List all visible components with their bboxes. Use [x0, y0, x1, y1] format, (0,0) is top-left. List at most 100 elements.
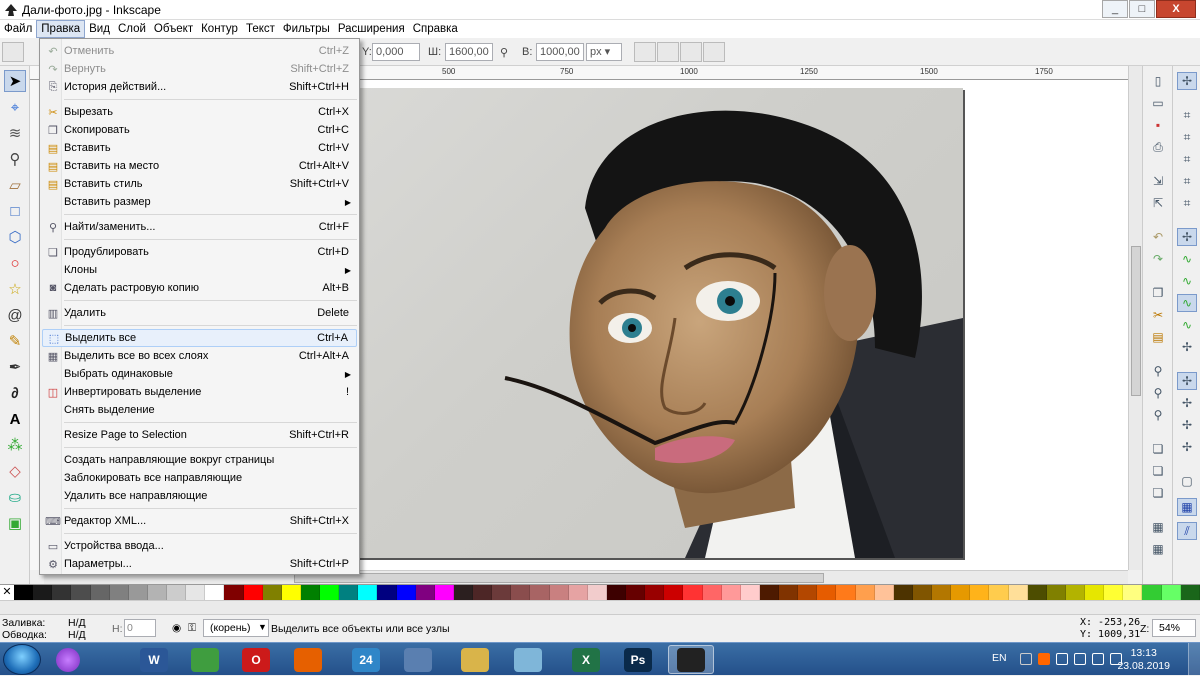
- taskbar-photoshop-icon[interactable]: Ps: [615, 645, 661, 674]
- edit-menu-item[interactable]: ↶ Отменить Ctrl+Z: [42, 42, 357, 60]
- redo-side-icon[interactable]: ↷: [1148, 250, 1168, 268]
- paste-side-icon[interactable]: ▤: [1148, 328, 1168, 346]
- menu-0[interactable]: Файл: [0, 20, 36, 38]
- star-tool-icon[interactable]: ☆: [4, 278, 26, 300]
- cut-side-icon[interactable]: ✂: [1148, 306, 1168, 324]
- snap-line-midpoints-icon[interactable]: ✢: [1177, 338, 1197, 356]
- edit-menu-item[interactable]: Заблокировать все направляющие: [42, 469, 357, 487]
- color-swatch[interactable]: [453, 585, 473, 600]
- group-icon[interactable]: ▦: [1148, 518, 1168, 536]
- close-button[interactable]: X: [1156, 0, 1196, 18]
- color-swatch[interactable]: [759, 585, 779, 600]
- snap-bbox-edge-icon[interactable]: ⌗: [1177, 128, 1197, 146]
- scale-corners-icon[interactable]: [657, 42, 679, 62]
- open-folder-icon[interactable]: ▭: [1148, 94, 1168, 112]
- edit-menu-item[interactable]: ▭ Устройства ввода...: [42, 537, 357, 555]
- menu-8[interactable]: Расширения: [334, 20, 409, 38]
- edit-menu-item[interactable]: Снять выделение: [42, 401, 357, 419]
- color-swatch[interactable]: [893, 585, 913, 600]
- color-swatch[interactable]: [932, 585, 952, 600]
- import-icon[interactable]: ⇲: [1148, 172, 1168, 190]
- color-swatch[interactable]: [224, 585, 244, 600]
- color-swatch[interactable]: [817, 585, 837, 600]
- menu-3[interactable]: Слой: [114, 20, 150, 38]
- color-swatch[interactable]: [836, 585, 856, 600]
- menu-1[interactable]: Правка: [36, 20, 86, 38]
- color-swatch[interactable]: [989, 585, 1009, 600]
- color-swatch[interactable]: [740, 585, 760, 600]
- edit-menu-item[interactable]: ▤ Вставить стиль Shift+Ctrl+V: [42, 175, 357, 193]
- snap-page-border-icon[interactable]: ▢: [1177, 472, 1197, 490]
- spray-tool-icon[interactable]: ⁂: [4, 434, 26, 456]
- pencil-tool-icon[interactable]: ✎: [4, 330, 26, 352]
- snap-smooth-nodes-icon[interactable]: ∿: [1177, 316, 1197, 334]
- taskbar-chrome-icon[interactable]: [182, 645, 228, 674]
- edit-menu-item[interactable]: Resize Page to Selection Shift+Ctrl+R: [42, 426, 357, 444]
- snap-bbox-icon[interactable]: ⌗: [1177, 106, 1197, 124]
- calligraphy-tool-icon[interactable]: ∂: [4, 382, 26, 404]
- snap-cusp-nodes-icon[interactable]: ∿: [1177, 294, 1197, 312]
- layer-visibility-icon[interactable]: ◉: [172, 622, 181, 634]
- color-swatch[interactable]: [415, 585, 435, 600]
- taskbar-notes-icon[interactable]: [505, 645, 551, 674]
- snap-grids-icon[interactable]: ▦: [1177, 498, 1197, 516]
- color-swatch[interactable]: [874, 585, 894, 600]
- color-swatch[interactable]: [128, 585, 148, 600]
- snap-path-intersection-icon[interactable]: ∿: [1177, 272, 1197, 290]
- edit-menu-item[interactable]: Выбрать одинаковые ▶: [42, 365, 357, 383]
- color-swatch[interactable]: [1027, 585, 1047, 600]
- start-button[interactable]: [3, 644, 41, 675]
- edit-menu-item[interactable]: ↷ Вернуть Shift+Ctrl+Z: [42, 60, 357, 78]
- edit-menu-item[interactable]: Создать направляющие вокруг страницы: [42, 451, 357, 469]
- bucket-tool-icon[interactable]: ⛀: [4, 486, 26, 508]
- edit-menu-item[interactable]: Удалить все направляющие: [42, 487, 357, 505]
- palette-scrollbar[interactable]: [0, 600, 1200, 614]
- opacity-input[interactable]: 0: [124, 619, 156, 637]
- color-swatch[interactable]: [243, 585, 263, 600]
- menu-4[interactable]: Объект: [150, 20, 197, 38]
- horizontal-scroll-thumb[interactable]: [294, 573, 824, 583]
- zoom-tool-icon[interactable]: ⚲: [4, 148, 26, 170]
- snap-others-icon[interactable]: ✢: [1177, 372, 1197, 390]
- edit-menu-item[interactable]: ⌨ Редактор XML... Shift+Ctrl+X: [42, 512, 357, 530]
- color-swatch[interactable]: [626, 585, 646, 600]
- tray-network-icon[interactable]: [1056, 653, 1068, 665]
- color-swatch[interactable]: [1085, 585, 1105, 600]
- color-swatch[interactable]: [721, 585, 741, 600]
- snap-rotation-center-icon[interactable]: ✢: [1177, 416, 1197, 434]
- clock[interactable]: 13:13 23.08.2019: [1117, 647, 1170, 673]
- copy-side-icon[interactable]: ❐: [1148, 284, 1168, 302]
- color-swatch[interactable]: [587, 585, 607, 600]
- color-swatch[interactable]: [645, 585, 665, 600]
- color-swatch[interactable]: [549, 585, 569, 600]
- stroke-value[interactable]: Н/Д: [68, 629, 86, 641]
- taskbar-firefox-icon[interactable]: [285, 645, 331, 674]
- color-swatch[interactable]: [664, 585, 684, 600]
- color-swatch[interactable]: [511, 585, 531, 600]
- export-icon[interactable]: ⇱: [1148, 194, 1168, 212]
- color-swatch[interactable]: [434, 585, 454, 600]
- edit-menu-item[interactable]: ▤ Вставить на место Ctrl+Alt+V: [42, 157, 357, 175]
- zoom-selection-icon[interactable]: ⚲: [1148, 362, 1168, 380]
- edit-menu-item[interactable]: Вставить размер ▶: [42, 193, 357, 211]
- taskbar-computer-icon[interactable]: [395, 645, 441, 674]
- snap-path-icon[interactable]: ∿: [1177, 250, 1197, 268]
- snap-bbox-center-icon[interactable]: ⌗: [1177, 194, 1197, 212]
- color-swatch[interactable]: [71, 585, 91, 600]
- snap-bbox-mid-icon[interactable]: ⌗: [1177, 172, 1197, 190]
- color-swatch[interactable]: [147, 585, 167, 600]
- color-swatch[interactable]: [568, 585, 588, 600]
- color-swatch[interactable]: [186, 585, 206, 600]
- color-swatch[interactable]: [1008, 585, 1028, 600]
- edit-menu-item[interactable]: ❏ Продублировать Ctrl+D: [42, 243, 357, 261]
- edit-menu-item[interactable]: ▤ Вставить Ctrl+V: [42, 139, 357, 157]
- zoom-drawing-icon[interactable]: ⚲: [1148, 384, 1168, 402]
- no-paint-icon[interactable]: ✕: [0, 585, 14, 600]
- ellipse-tool-icon[interactable]: ○: [4, 252, 26, 274]
- tray-battery-icon[interactable]: [1092, 653, 1104, 665]
- minimize-button[interactable]: _: [1102, 0, 1128, 18]
- color-swatch[interactable]: [1180, 585, 1200, 600]
- color-swatch[interactable]: [205, 585, 225, 600]
- move-gradients-icon[interactable]: [680, 42, 702, 62]
- selector-tool-icon[interactable]: ➤: [4, 70, 26, 92]
